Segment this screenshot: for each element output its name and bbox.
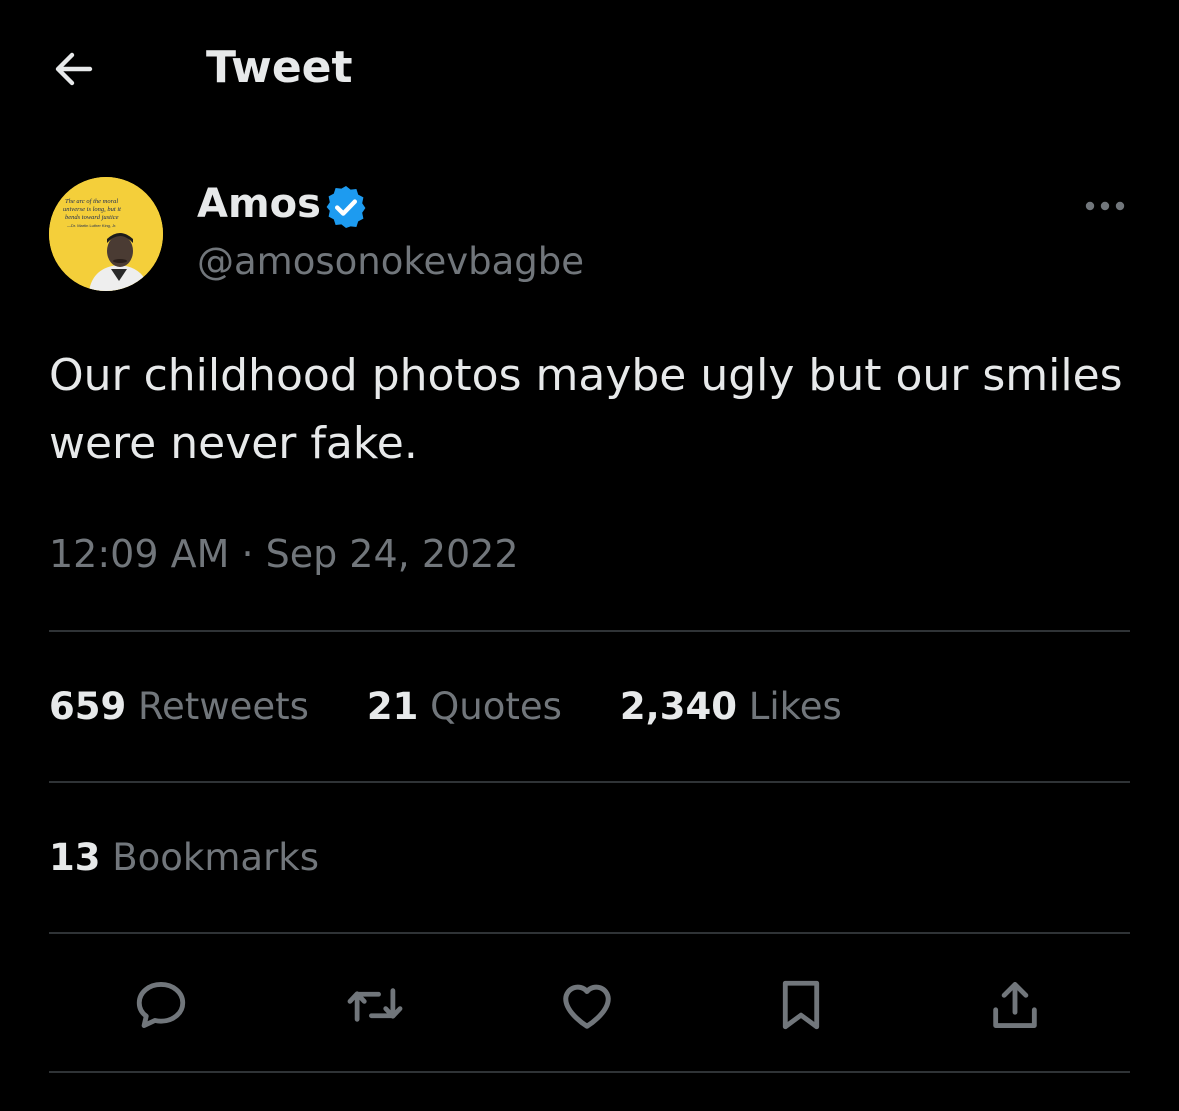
tweet-timestamp[interactable]: 12:09 AM · Sep 24, 2022	[49, 528, 519, 580]
share-icon	[993, 982, 1037, 1028]
engagement-stats: 659 Retweets 21 Quotes 2,340 Likes	[49, 680, 842, 734]
quotes-stat[interactable]: 21 Quotes	[367, 680, 562, 734]
bookmark-icon	[782, 980, 820, 1030]
share-button[interactable]	[980, 970, 1050, 1040]
likes-stat[interactable]: 2,340 Likes	[620, 680, 842, 734]
bookmarks-label: Bookmarks	[112, 836, 319, 879]
top-bar: Tweet	[0, 0, 1179, 135]
avatar[interactable]: The arc of the moral universe is long, b…	[49, 177, 163, 291]
tweet-text: Our childhood photos maybe ugly but our …	[49, 350, 1123, 469]
retweet-icon	[347, 988, 403, 1022]
avatar-quote-line: —Dr. Martin Luther King, Jr.	[67, 223, 116, 228]
back-button[interactable]	[48, 43, 100, 95]
reply-icon	[136, 982, 186, 1028]
retweets-stat[interactable]: 659 Retweets	[49, 680, 309, 734]
like-button[interactable]	[552, 970, 622, 1040]
page-title: Tweet	[206, 42, 353, 93]
author-handle[interactable]: @amosonokevbagbe	[197, 237, 584, 287]
bookmarks-count: 13	[49, 836, 101, 879]
bookmark-button[interactable]	[766, 970, 836, 1040]
retweets-label: Retweets	[138, 685, 309, 728]
bookmarks-stat[interactable]: 13 Bookmarks	[49, 831, 319, 885]
divider	[49, 630, 1130, 632]
author-name[interactable]: Amos	[197, 178, 321, 230]
avatar-quote-line: universe is long, but it	[63, 206, 121, 213]
quotes-label: Quotes	[430, 685, 562, 728]
arrow-left-icon	[55, 52, 93, 86]
likes-label: Likes	[748, 685, 842, 728]
quotes-count: 21	[366, 685, 419, 728]
like-icon	[563, 984, 611, 1029]
retweet-button[interactable]	[340, 970, 410, 1040]
divider	[49, 932, 1130, 934]
more-dots-icon	[1085, 201, 1125, 211]
divider	[49, 1071, 1130, 1073]
retweets-count: 659	[49, 685, 127, 728]
reply-button[interactable]	[126, 970, 196, 1040]
avatar-quote-line: The arc of the moral	[65, 198, 118, 205]
verified-badge-icon	[322, 183, 370, 231]
avatar-quote-line: bends toward justice	[65, 214, 119, 221]
divider	[49, 781, 1130, 783]
likes-count: 2,340	[619, 685, 737, 728]
action-bar	[0, 960, 1179, 1050]
more-options-button[interactable]	[1078, 186, 1132, 226]
